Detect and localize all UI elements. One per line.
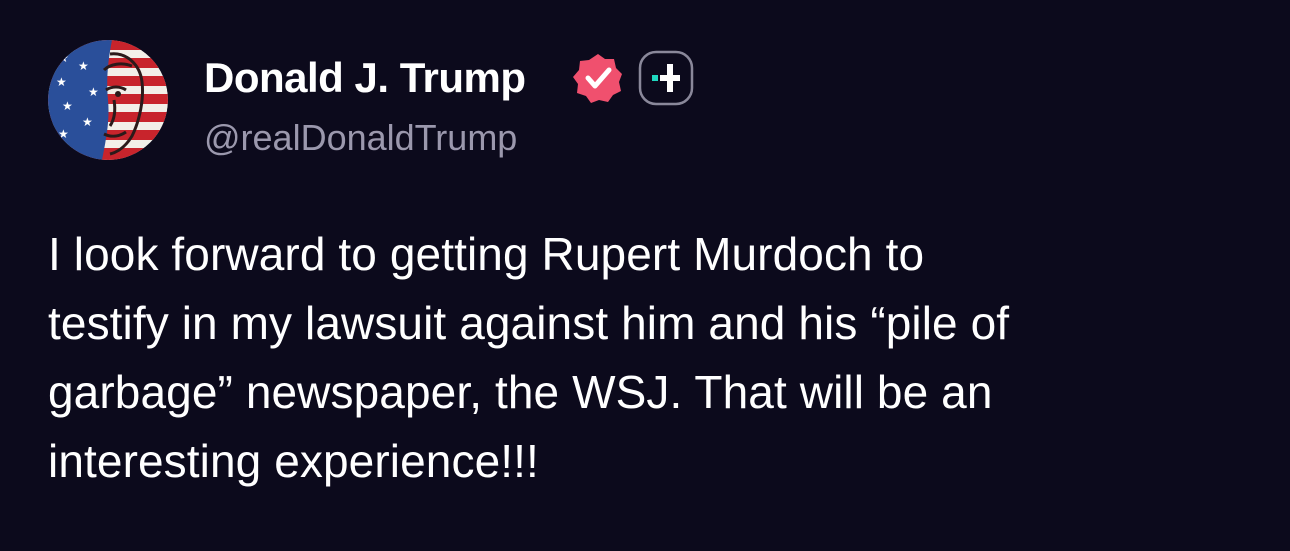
svg-text:★: ★ xyxy=(58,127,69,141)
author-handle[interactable]: @realDonaldTrump xyxy=(204,114,517,162)
post-text-line: interesting experience!!! xyxy=(48,435,539,487)
post-text-line: garbage” newspaper, the WSJ. That will b… xyxy=(48,366,993,418)
verified-badge-icon xyxy=(570,50,626,106)
plus-badge-icon[interactable] xyxy=(638,50,694,106)
post-text: I look forward to getting Rupert Murdoch… xyxy=(48,220,1248,496)
svg-text:★: ★ xyxy=(58,51,69,65)
post-text-line: testify in my lawsuit against him and hi… xyxy=(48,297,1010,349)
svg-text:★: ★ xyxy=(82,115,93,129)
author-display-name[interactable]: Donald J. Trump xyxy=(204,50,526,106)
avatar[interactable]: ★ ★ ★ ★ ★ ★ ★ xyxy=(48,40,168,160)
post-text-line: I look forward to getting Rupert Murdoch… xyxy=(48,228,925,280)
svg-text:★: ★ xyxy=(56,75,67,89)
svg-text:★: ★ xyxy=(78,59,89,73)
flag-portrait-avatar-icon: ★ ★ ★ ★ ★ ★ ★ xyxy=(48,40,168,160)
post-card: ★ ★ ★ ★ ★ ★ ★ Donald J. Trump @realDonal… xyxy=(0,0,1290,551)
svg-text:★: ★ xyxy=(62,99,73,113)
svg-text:★: ★ xyxy=(88,85,99,99)
